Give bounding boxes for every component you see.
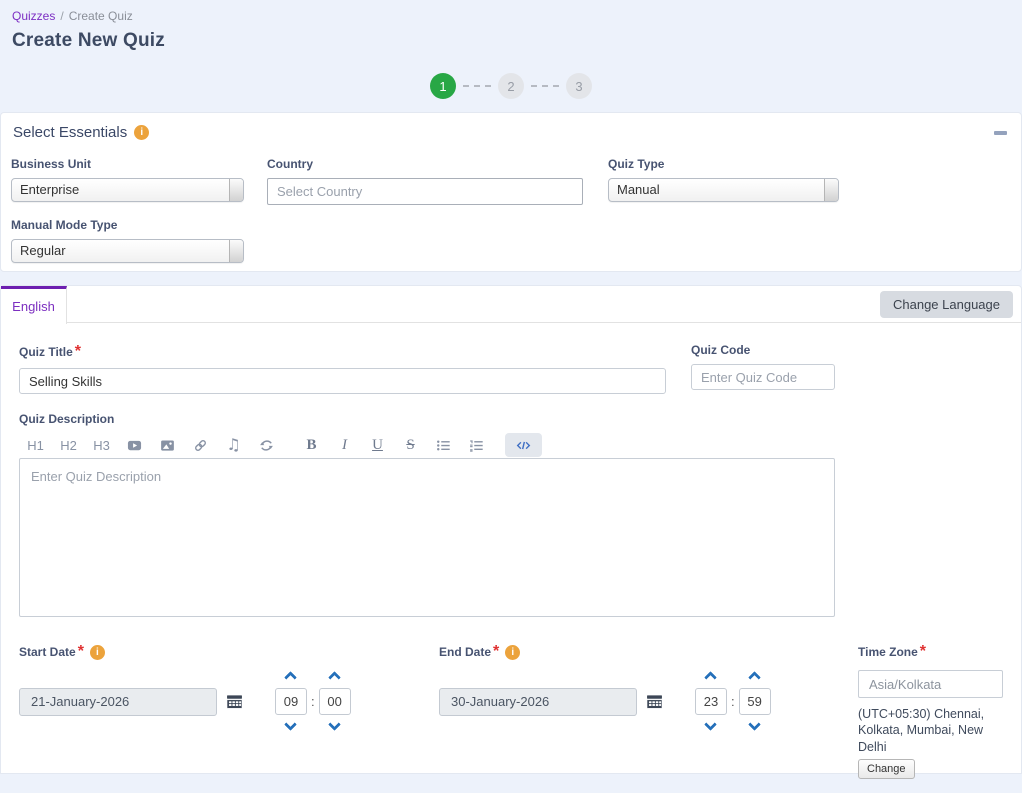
stepper-connector	[531, 85, 559, 87]
time-zone-description: (UTC+05:30) Chennai, Kolkata, Mumbai, Ne…	[858, 707, 985, 754]
minus-icon	[994, 130, 1007, 135]
toolbar-h3-button[interactable]: H3	[85, 433, 118, 457]
start-time-spinner: :	[275, 670, 351, 733]
time-zone-group: Time Zone * (UTC+05:30) Chennai, Kolkata…	[858, 643, 1008, 779]
end-minute-up-icon[interactable]	[746, 670, 764, 684]
select-grip-icon	[229, 179, 243, 201]
breadcrumb-link-quizzes[interactable]: Quizzes	[12, 9, 55, 23]
required-marker: *	[74, 343, 82, 360]
manual-mode-type-select[interactable]: Regular	[11, 239, 244, 263]
start-hour-input[interactable]	[275, 688, 307, 715]
info-icon[interactable]: i	[134, 125, 150, 140]
quiz-type-select[interactable]: Manual	[608, 178, 839, 202]
quiz-code-label: Quiz Code	[691, 343, 751, 357]
time-zone-change-button[interactable]: Change	[858, 758, 915, 779]
toolbar-bold-button[interactable]: B	[295, 433, 328, 457]
start-date-group: Start Date * i :	[19, 643, 351, 733]
time-zone-label: Time Zone	[858, 645, 918, 659]
collapse-section-button[interactable]	[992, 127, 1009, 139]
select-essentials-title: Select Essentials	[13, 124, 128, 141]
country-label: Country	[267, 157, 313, 171]
quiz-description-toolbar: H1 H2 H3 ♫ B I U S	[19, 432, 1003, 458]
quiz-type-value: Manual	[617, 182, 660, 197]
language-panel-content: Quiz Title * Quiz Code Quiz Description …	[1, 343, 1021, 793]
stepper-step-3[interactable]: 3	[566, 73, 592, 99]
change-language-button[interactable]: Change Language	[880, 291, 1013, 318]
select-essentials-panel: Select Essentials i Business Unit Enterp…	[0, 112, 1022, 272]
end-date-label: End Date	[439, 645, 492, 659]
select-grip-icon	[824, 179, 838, 201]
toolbar-unordered-list-button[interactable]	[427, 433, 460, 457]
end-time-spinner: :	[695, 670, 771, 733]
quiz-title-input[interactable]	[19, 368, 666, 394]
breadcrumb-separator: /	[60, 9, 64, 23]
start-minute-up-icon[interactable]	[326, 670, 344, 684]
toolbar-music-button[interactable]: ♫	[217, 433, 250, 457]
quiz-type-label: Quiz Type	[608, 157, 665, 171]
toolbar-h2-button[interactable]: H2	[52, 433, 85, 457]
quiz-description-textarea[interactable]	[19, 458, 835, 617]
country-input[interactable]	[267, 178, 583, 205]
toolbar-h1-button[interactable]: H1	[19, 433, 52, 457]
stepper-step-2[interactable]: 2	[498, 73, 524, 99]
breadcrumb-current: Create Quiz	[68, 9, 133, 23]
toolbar-code-button[interactable]	[505, 433, 542, 457]
quiz-code-input[interactable]	[691, 364, 835, 390]
toolbar-video-button[interactable]	[118, 433, 151, 457]
essentials-fields: Business Unit Enterprise Country Quiz Ty…	[1, 147, 1021, 263]
start-hour-down-icon[interactable]	[282, 718, 300, 733]
end-minute-input[interactable]	[738, 688, 771, 715]
select-essentials-header: Select Essentials i	[1, 113, 1021, 147]
business-unit-select[interactable]: Enterprise	[11, 178, 244, 202]
business-unit-value: Enterprise	[20, 182, 80, 197]
page-title: Create New Quiz	[12, 30, 165, 51]
tab-english[interactable]: English	[1, 286, 67, 324]
select-grip-icon	[229, 240, 243, 262]
calendar-icon[interactable]	[226, 693, 243, 710]
end-date-input[interactable]	[439, 687, 637, 716]
manual-mode-type-label: Manual Mode Type	[11, 218, 118, 232]
manual-mode-type-value: Regular	[20, 243, 66, 258]
start-minute-down-icon[interactable]	[326, 718, 344, 733]
end-hour-input[interactable]	[695, 688, 727, 715]
toolbar-italic-button[interactable]: I	[328, 433, 361, 457]
toolbar-ordered-list-button[interactable]	[460, 433, 493, 457]
toolbar-image-button[interactable]	[151, 433, 184, 457]
start-minute-input[interactable]	[318, 688, 351, 715]
quiz-language-panel: English Change Language Quiz Title * Qui…	[0, 285, 1022, 779]
calendar-icon[interactable]	[646, 693, 663, 710]
required-marker: *	[77, 643, 84, 660]
quiz-description-label: Quiz Description	[19, 412, 115, 426]
business-unit-label: Business Unit	[11, 157, 92, 171]
start-hour-up-icon[interactable]	[282, 670, 300, 684]
stepper-step-1[interactable]: 1	[430, 73, 456, 99]
info-icon[interactable]: i	[505, 644, 521, 660]
start-date-label: Start Date	[19, 645, 76, 659]
stepper-connector	[463, 85, 491, 87]
time-colon: :	[311, 694, 315, 709]
quiz-title-label: Quiz Title	[19, 345, 73, 359]
toolbar-strikethrough-button[interactable]: S	[394, 433, 427, 457]
end-hour-down-icon[interactable]	[702, 718, 720, 733]
end-hour-up-icon[interactable]	[702, 670, 720, 684]
toolbar-link-button[interactable]	[184, 433, 217, 457]
toolbar-underline-button[interactable]: U	[361, 433, 394, 457]
language-tabbar: English Change Language	[1, 286, 1021, 324]
end-date-group: End Date * i :	[439, 643, 771, 733]
time-colon: :	[731, 694, 735, 709]
required-marker: *	[493, 643, 500, 660]
time-zone-input[interactable]	[858, 670, 1003, 698]
breadcrumb: Quizzes / Create Quiz	[0, 0, 1022, 23]
toolbar-refresh-button[interactable]	[250, 433, 283, 457]
start-date-input[interactable]	[19, 687, 217, 716]
required-marker: *	[919, 643, 927, 660]
end-minute-down-icon[interactable]	[746, 718, 764, 733]
schedule-section: Start Date * i :	[19, 643, 1003, 793]
info-icon[interactable]: i	[89, 644, 105, 660]
wizard-stepper: 1 2 3	[0, 73, 1022, 99]
